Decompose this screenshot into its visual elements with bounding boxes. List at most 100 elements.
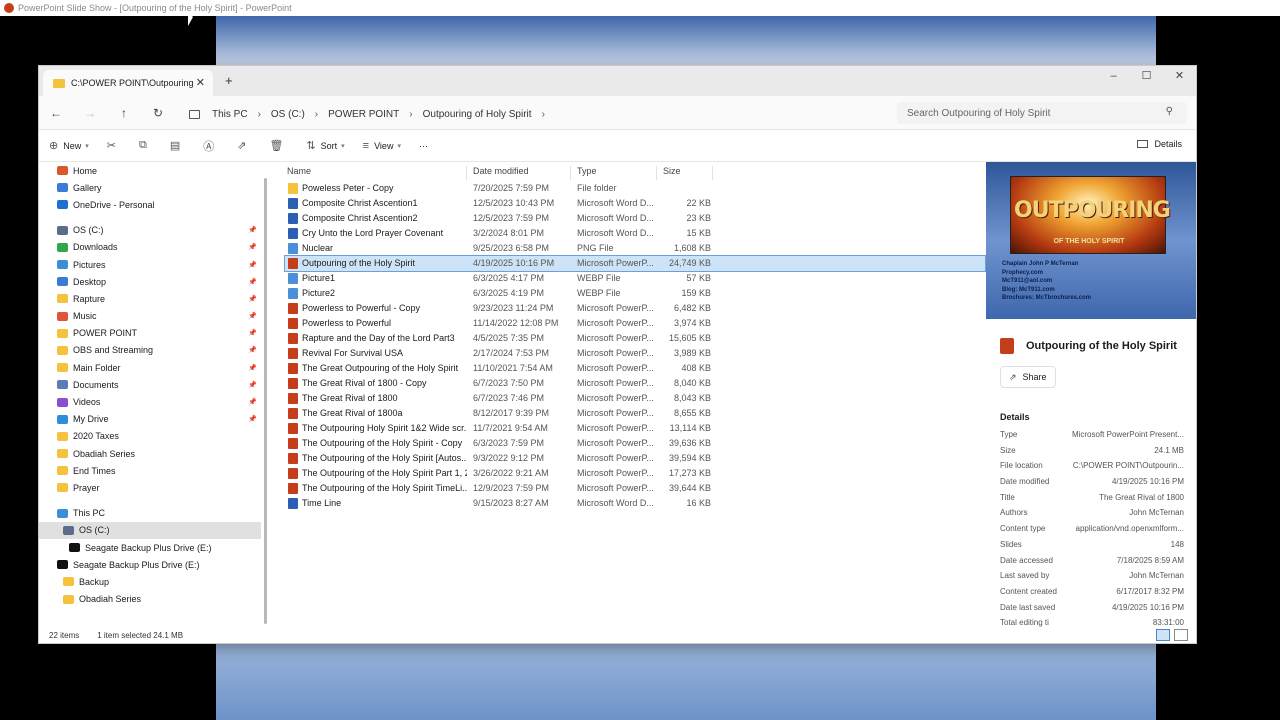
- details-pane-button[interactable]: Details: [1137, 139, 1182, 149]
- minimize-button[interactable]: –: [1097, 66, 1130, 86]
- view-button[interactable]: ≡ View ▾: [363, 140, 401, 152]
- file-size: 3,974 KB: [673, 318, 711, 328]
- pin-icon: 📌: [248, 313, 257, 321]
- file-row[interactable]: Revival For Survival USA 2/17/2024 7:53 P…: [285, 346, 985, 361]
- breadcrumb[interactable]: This PC › OS (C:) › POWER POINT › Outpou…: [189, 103, 889, 125]
- file-date: 6/7/2023 7:50 PM: [473, 378, 545, 388]
- sidebar-item[interactable]: End Times: [39, 462, 261, 479]
- sidebar-item[interactable]: Seagate Backup Plus Drive (E:): [39, 556, 261, 573]
- sidebar-item[interactable]: My Drive 📌: [39, 411, 261, 428]
- up-button[interactable]: ↑: [107, 106, 141, 120]
- pin-icon: 📌: [248, 381, 257, 389]
- file-row[interactable]: Picture2 6/3/2025 4:19 PM WEBP File 159 KB: [285, 286, 985, 301]
- column-size[interactable]: Size: [659, 166, 713, 180]
- file-row[interactable]: Poweless Peter - Copy 7/20/2025 7:59 PM Fi…: [285, 181, 985, 196]
- sidebar-item[interactable]: Desktop 📌: [39, 273, 261, 290]
- sidebar-item[interactable]: Music 📌: [39, 308, 261, 325]
- more-button[interactable]: ···: [419, 141, 428, 151]
- tab-close-icon[interactable]: ✕: [196, 76, 205, 89]
- copy-button[interactable]: ⧉: [139, 139, 152, 152]
- tiles-view-button[interactable]: [1174, 629, 1188, 641]
- sidebar-item[interactable]: POWER POINT 📌: [39, 325, 261, 342]
- property-key: Type: [1000, 430, 1018, 439]
- forward-button[interactable]: →: [73, 106, 107, 120]
- file-row[interactable]: The Outpouring of the Holy Spirit TimeLi…: [285, 481, 985, 496]
- ppt-file-icon: [288, 483, 298, 494]
- sidebar-item[interactable]: OS (C:) 📌: [39, 222, 261, 239]
- breadcrumb-this-pc[interactable]: This PC: [212, 109, 248, 120]
- breadcrumb-outpouring[interactable]: Outpouring of Holy Spirit: [423, 109, 532, 120]
- sidebar-item[interactable]: Pictures 📌: [39, 256, 261, 273]
- share-button[interactable]: ⇗: [237, 139, 251, 152]
- sidebar-item[interactable]: Videos 📌: [39, 393, 261, 410]
- sidebar-item[interactable]: Prayer: [39, 479, 261, 496]
- sidebar-item-label: Music: [73, 311, 97, 322]
- property-key: File location: [1000, 461, 1043, 471]
- file-row[interactable]: Powerless to Powerful 11/14/2022 12:08 PM…: [285, 316, 985, 331]
- file-row[interactable]: Composite Christ Ascention1 12/5/2023 10:…: [285, 196, 985, 211]
- file-row[interactable]: Time Line 9/15/2023 8:27 AM Microsoft Word…: [285, 496, 985, 511]
- new-button[interactable]: ⊕ New ▾: [49, 139, 89, 152]
- delete-button[interactable]: 🗑: [269, 139, 288, 152]
- paste-button[interactable]: ▤: [170, 139, 185, 152]
- sidebar-item[interactable]: Backup: [39, 573, 261, 590]
- property-value: 7/18/2025 8:59 AM: [1116, 555, 1184, 565]
- sidebar-item[interactable]: OS (C:): [39, 521, 261, 539]
- column-header-row: Name Date modified Type Size: [285, 162, 985, 181]
- file-name: Composite Christ Ascention1: [302, 198, 418, 208]
- close-button[interactable]: ✕: [1163, 66, 1196, 86]
- file-row[interactable]: Rapture and the Day of the Lord Part3 4/5…: [285, 331, 985, 346]
- sort-button[interactable]: ⇅ Sort ▾: [306, 139, 344, 152]
- tab-outpouring[interactable]: C:\POWER POINT\Outpouring ✕: [43, 70, 213, 96]
- file-row[interactable]: The Outpouring of the Holy Spirit Part 1…: [285, 466, 985, 481]
- breadcrumb-power-point[interactable]: POWER POINT: [328, 109, 399, 120]
- file-row[interactable]: The Outpouring of the Holy Spirit - Copy…: [285, 436, 985, 451]
- rename-button[interactable]: Ⓐ: [203, 138, 219, 154]
- sidebar-item[interactable]: Documents 📌: [39, 376, 261, 393]
- file-row[interactable]: Composite Christ Ascention2 12/5/2023 7:5…: [285, 211, 985, 226]
- property-value: application/vnd.openxmlform...: [1075, 524, 1185, 534]
- sidebar-item[interactable]: Home: [39, 162, 261, 179]
- file-row[interactable]: The Outpouring of the Holy Spirit [Autos…: [285, 451, 985, 466]
- file-row[interactable]: The Great Outpouring of the Holy Spirit 1…: [285, 361, 985, 376]
- sidebar-scrollbar[interactable]: [264, 178, 267, 624]
- folder-icon: [63, 577, 74, 587]
- sidebar-item[interactable]: Gallery: [39, 179, 261, 196]
- file-size: 16 KB: [686, 498, 711, 508]
- column-name[interactable]: Name: [285, 166, 467, 180]
- file-size: 6,482 KB: [673, 303, 711, 313]
- share-file-button[interactable]: ⇗ Share: [1000, 366, 1056, 388]
- file-row[interactable]: The Great Rival of 1800a 8/12/2017 9:39 P…: [285, 406, 985, 421]
- file-row[interactable]: Powerless to Powerful - Copy 9/23/2023 11…: [285, 301, 985, 316]
- file-row[interactable]: The Great Rival of 1800 6/7/2023 7:46 PM M…: [285, 391, 985, 406]
- column-date-modified[interactable]: Date modified: [469, 166, 571, 180]
- details-view-button[interactable]: [1156, 629, 1170, 641]
- breadcrumb-os-c[interactable]: OS (C:): [271, 109, 305, 120]
- sidebar-item[interactable]: OBS and Streaming 📌: [39, 342, 261, 359]
- search-input[interactable]: Search Outpouring of Holy Spirit ⚲: [897, 102, 1187, 124]
- sidebar-item[interactable]: OneDrive - Personal: [39, 196, 261, 213]
- refresh-button[interactable]: ↻: [141, 106, 175, 120]
- sidebar-item[interactable]: This PC: [39, 505, 261, 522]
- file-row[interactable]: Nuclear 9/25/2023 6:58 PM PNG File 1,608 KB: [285, 241, 985, 256]
- file-type: Microsoft PowerP...: [577, 303, 654, 313]
- cut-button[interactable]: ✂: [107, 139, 121, 152]
- back-button[interactable]: ←: [39, 106, 73, 120]
- file-row[interactable]: The Outpouring Holy Spirit 1&2 Wide scr.…: [285, 421, 985, 436]
- sidebar-item[interactable]: Rapture 📌: [39, 290, 261, 307]
- file-row[interactable]: Picture1 6/3/2025 4:17 PM WEBP File 57 KB: [285, 271, 985, 286]
- file-row[interactable]: The Great Rival of 1800 - Copy 6/7/2023 7…: [285, 376, 985, 391]
- new-tab-button[interactable]: +: [225, 73, 233, 88]
- maximize-button[interactable]: ☐: [1130, 66, 1163, 86]
- sidebar-item[interactable]: 2020 Taxes: [39, 428, 261, 445]
- sidebar-item[interactable]: Downloads 📌: [39, 239, 261, 256]
- sidebar-item[interactable]: Obadiah Series: [39, 591, 261, 608]
- pin-icon: 📌: [248, 244, 257, 252]
- sidebar-item[interactable]: Obadiah Series: [39, 445, 261, 462]
- file-row[interactable]: Outpouring of the Holy Spirit 4/19/2025 1…: [284, 255, 986, 272]
- sidebar-item[interactable]: Seagate Backup Plus Drive (E:): [39, 539, 261, 556]
- sidebar-item[interactable]: Main Folder 📌: [39, 359, 261, 376]
- column-type[interactable]: Type: [573, 166, 657, 180]
- file-row[interactable]: Cry Unto the Lord Prayer Covenant 3/2/202…: [285, 226, 985, 241]
